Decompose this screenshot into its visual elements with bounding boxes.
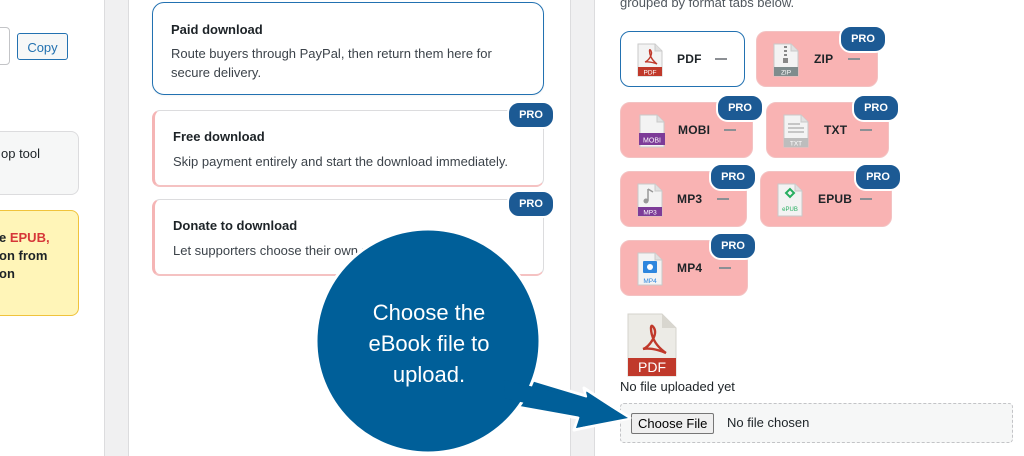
pdf-icon: PDF [637,43,663,77]
pro-badge: PRO [852,94,900,122]
mp4-icon: MP4 [637,252,663,286]
pro-badge: PRO [716,94,764,122]
pro-badge: PRO [709,163,757,191]
option-description-line-1: Route buyers through PayPal, then return… [171,46,492,61]
notice-highlight: EPUB, [9,230,50,245]
zip-icon-tag: ZIP [781,70,791,77]
notice-line-1: e EPUB, [0,229,50,247]
file-formats-panel: grouped by format tabs below. PDF PDF ZI… [594,0,1024,456]
callout-line-1: Choose the [372,300,486,325]
option-title: Free download [173,129,265,144]
option-description-line-2: secure delivery. [171,65,262,80]
epub-icon: ePUB [777,183,803,217]
pro-badge: PRO [839,25,887,53]
notice-line-1-prefix: e [0,230,10,245]
pro-badge: PRO [507,101,555,129]
collapse-dash-icon[interactable] [724,129,736,131]
collapse-dash-icon[interactable] [848,58,860,60]
option-description: Skip payment entirely and start the down… [173,154,509,169]
option-title: Donate to download [173,218,298,233]
file-upload-zone[interactable]: Choose File No file chosen [620,403,1013,443]
callout-line-2: eBook file to [368,331,490,356]
choose-file-button[interactable]: Choose File [631,413,715,434]
txt-icon: TXT [783,114,809,148]
callout-line-3: upload. [392,362,466,387]
option-free-download[interactable]: Free download Skip payment entirely and … [152,110,544,187]
notice-line-2: on from [0,248,48,263]
copy-button[interactable]: Copy [17,33,68,60]
mp3-icon: MP3 [637,183,663,217]
zip-icon: ZIP [773,43,799,77]
mp4-icon-tag: MP4 [643,278,657,285]
mobi-icon: MOBI [639,114,665,148]
mp3-icon-tag: MP3 [643,210,657,217]
collapse-dash-icon[interactable] [860,129,872,131]
format-label: TXT [824,123,848,137]
collapse-dash-icon[interactable] [860,198,872,200]
notice-line-3: on [0,266,15,281]
formats-intro-text: grouped by format tabs below. [620,0,795,10]
pdf-icon-tag: PDF [644,70,657,77]
pro-badge: PRO [854,163,902,191]
epub-icon-tag: ePUB [782,207,798,213]
option-title: Paid download [171,22,263,37]
left-panel: Copy op tool e EPUB, on from on [0,0,105,456]
format-label: MP3 [677,192,703,206]
pro-badge: PRO [507,190,555,218]
option-description: Let supporters choose their own p [173,243,369,258]
pdf-preview-icon: PDF [627,313,677,377]
format-label: MOBI [678,123,711,137]
mobi-icon-tag: MOBI [643,138,661,145]
txt-icon-tag: TXT [790,141,802,148]
tool-card-text: op tool [1,146,41,161]
collapse-dash-icon[interactable] [717,198,729,200]
pro-badge: PRO [709,232,757,260]
chosen-file-text: No file chosen [727,415,810,430]
format-label: ZIP [814,52,834,66]
format-tab-pdf[interactable]: PDF PDF [620,31,745,87]
format-label: MP4 [677,261,703,275]
callout-text: Choose the eBook file to upload. [350,297,508,390]
tool-card: op tool [0,131,79,195]
option-description: Route buyers through PayPal, then return… [171,44,525,82]
format-label: EPUB [818,192,853,206]
option-paid-download[interactable]: Paid download Route buyers through PayPa… [152,2,544,95]
collapse-dash-icon[interactable] [719,267,731,269]
notice-box: e EPUB, on from on [0,210,79,316]
pdf-preview-tag: PDF [638,359,666,375]
collapse-dash-icon[interactable] [715,58,727,60]
shortcode-input[interactable] [0,27,10,65]
upload-status: No file uploaded yet [620,379,735,394]
option-donate-download[interactable]: Donate to download Let supporters choose… [152,199,544,276]
format-label: PDF [677,52,702,66]
